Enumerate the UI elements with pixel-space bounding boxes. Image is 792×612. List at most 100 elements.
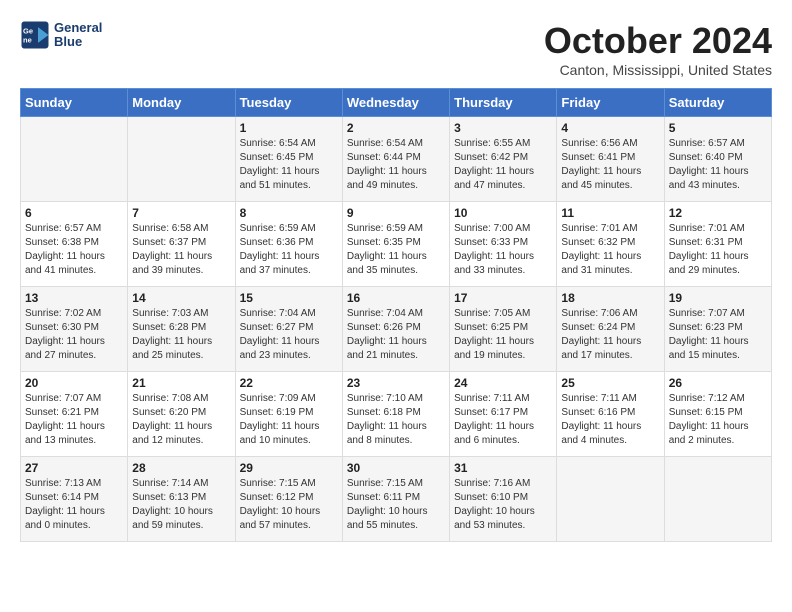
- calendar-cell: 11Sunrise: 7:01 AMSunset: 6:32 PMDayligh…: [557, 202, 664, 287]
- day-detail: Sunrise: 7:11 AMSunset: 6:17 PMDaylight:…: [454, 392, 552, 448]
- calendar-cell: 5Sunrise: 6:57 AMSunset: 6:40 PMDaylight…: [664, 117, 771, 202]
- day-detail: Sunrise: 6:57 AMSunset: 6:38 PMDaylight:…: [25, 222, 123, 278]
- day-number: 16: [347, 291, 445, 305]
- day-number: 13: [25, 291, 123, 305]
- calendar-week: 20 Sunrise: 7:07 AMSunset: 6:21 PMDayligh…: [21, 372, 772, 457]
- day-detail: Sunrise: 7:14 AMSunset: 6:13 PMDaylight:…: [132, 477, 230, 533]
- day-detail: Sunrise: 7:04 AMSunset: 6:27 PMDaylight:…: [240, 307, 338, 363]
- day-detail: Sunrise: 7:06 AMSunset: 6:24 PMDaylight:…: [561, 307, 659, 363]
- calendar-cell: 8 Sunrise: 6:59 AMSunset: 6:36 PMDaylight…: [235, 202, 342, 287]
- day-detail: Sunrise: 6:59 AMSunset: 6:35 PMDaylight:…: [347, 222, 445, 278]
- calendar-cell: 27 Sunrise: 7:13 AMSunset: 6:14 PMDayligh…: [21, 457, 128, 542]
- day-number: 11: [561, 206, 659, 220]
- weekday-header: Wednesday: [342, 89, 449, 117]
- calendar-cell: 18 Sunrise: 7:06 AMSunset: 6:24 PMDayligh…: [557, 287, 664, 372]
- logo-text: General Blue: [54, 21, 102, 50]
- calendar-cell: 9 Sunrise: 6:59 AMSunset: 6:35 PMDaylight…: [342, 202, 449, 287]
- day-number: 23: [347, 376, 445, 390]
- day-detail: Sunrise: 7:07 AMSunset: 6:21 PMDaylight:…: [25, 392, 123, 448]
- calendar-cell: 21 Sunrise: 7:08 AMSunset: 6:20 PMDayligh…: [128, 372, 235, 457]
- day-detail: Sunrise: 6:58 AMSunset: 6:37 PMDaylight:…: [132, 222, 230, 278]
- day-number: 7: [132, 206, 230, 220]
- day-number: 22: [240, 376, 338, 390]
- day-detail: Sunrise: 7:15 AMSunset: 6:11 PMDaylight:…: [347, 477, 445, 533]
- day-detail: Sunrise: 7:16 AMSunset: 6:10 PMDaylight:…: [454, 477, 552, 533]
- day-detail: Sunrise: 7:04 AMSunset: 6:26 PMDaylight:…: [347, 307, 445, 363]
- day-number: 28: [132, 461, 230, 475]
- calendar-cell: 17Sunrise: 7:05 AMSunset: 6:25 PMDayligh…: [450, 287, 557, 372]
- title-block: October 2024 Canton, Mississippi, United…: [544, 20, 772, 78]
- calendar-cell: [664, 457, 771, 542]
- calendar-body: 1 Sunrise: 6:54 AMSunset: 6:45 PMDaylight…: [21, 117, 772, 542]
- day-detail: Sunrise: 7:07 AMSunset: 6:23 PMDaylight:…: [669, 307, 767, 363]
- calendar-cell: 13 Sunrise: 7:02 AMSunset: 6:30 PMDayligh…: [21, 287, 128, 372]
- day-detail: Sunrise: 7:03 AMSunset: 6:28 PMDaylight:…: [132, 307, 230, 363]
- weekday-header: Tuesday: [235, 89, 342, 117]
- calendar-cell: 25 Sunrise: 7:11 AMSunset: 6:16 PMDayligh…: [557, 372, 664, 457]
- calendar-cell: 6Sunrise: 6:57 AMSunset: 6:38 PMDaylight…: [21, 202, 128, 287]
- day-detail: Sunrise: 6:56 AMSunset: 6:41 PMDaylight:…: [561, 137, 659, 193]
- day-number: 18: [561, 291, 659, 305]
- calendar-cell: 2 Sunrise: 6:54 AMSunset: 6:44 PMDaylight…: [342, 117, 449, 202]
- day-number: 3: [454, 121, 552, 135]
- day-number: 25: [561, 376, 659, 390]
- day-number: 5: [669, 121, 767, 135]
- day-number: 9: [347, 206, 445, 220]
- day-detail: Sunrise: 6:59 AMSunset: 6:36 PMDaylight:…: [240, 222, 338, 278]
- day-detail: Sunrise: 7:12 AMSunset: 6:15 PMDaylight:…: [669, 392, 767, 448]
- day-detail: Sunrise: 7:00 AMSunset: 6:33 PMDaylight:…: [454, 222, 552, 278]
- calendar-cell: 29Sunrise: 7:15 AMSunset: 6:12 PMDayligh…: [235, 457, 342, 542]
- day-number: 1: [240, 121, 338, 135]
- day-detail: Sunrise: 7:13 AMSunset: 6:14 PMDaylight:…: [25, 477, 123, 533]
- day-number: 26: [669, 376, 767, 390]
- day-detail: Sunrise: 7:15 AMSunset: 6:12 PMDaylight:…: [240, 477, 338, 533]
- calendar-cell: 24 Sunrise: 7:11 AMSunset: 6:17 PMDayligh…: [450, 372, 557, 457]
- svg-text:Ge: Ge: [23, 27, 33, 36]
- calendar-cell: 19 Sunrise: 7:07 AMSunset: 6:23 PMDayligh…: [664, 287, 771, 372]
- logo-line1: General: [54, 21, 102, 35]
- day-number: 24: [454, 376, 552, 390]
- weekday-header: Monday: [128, 89, 235, 117]
- day-detail: Sunrise: 7:02 AMSunset: 6:30 PMDaylight:…: [25, 307, 123, 363]
- weekday-header: Friday: [557, 89, 664, 117]
- day-detail: Sunrise: 7:01 AMSunset: 6:31 PMDaylight:…: [669, 222, 767, 278]
- day-number: 17: [454, 291, 552, 305]
- calendar-cell: 1 Sunrise: 6:54 AMSunset: 6:45 PMDaylight…: [235, 117, 342, 202]
- day-number: 27: [25, 461, 123, 475]
- day-number: 19: [669, 291, 767, 305]
- calendar-cell: 28 Sunrise: 7:14 AMSunset: 6:13 PMDayligh…: [128, 457, 235, 542]
- page-header: Ge ne General Blue October 2024 Canton, …: [20, 20, 772, 78]
- calendar-table: SundayMondayTuesdayWednesdayThursdayFrid…: [20, 88, 772, 542]
- calendar-cell: 16 Sunrise: 7:04 AMSunset: 6:26 PMDayligh…: [342, 287, 449, 372]
- weekday-row: SundayMondayTuesdayWednesdayThursdayFrid…: [21, 89, 772, 117]
- day-detail: Sunrise: 7:11 AMSunset: 6:16 PMDaylight:…: [561, 392, 659, 448]
- day-number: 4: [561, 121, 659, 135]
- calendar-cell: 4 Sunrise: 6:56 AMSunset: 6:41 PMDaylight…: [557, 117, 664, 202]
- day-number: 10: [454, 206, 552, 220]
- calendar-cell: 26 Sunrise: 7:12 AMSunset: 6:15 PMDayligh…: [664, 372, 771, 457]
- day-number: 30: [347, 461, 445, 475]
- day-number: 15: [240, 291, 338, 305]
- calendar-cell: 22Sunrise: 7:09 AMSunset: 6:19 PMDayligh…: [235, 372, 342, 457]
- calendar-cell: [21, 117, 128, 202]
- day-number: 14: [132, 291, 230, 305]
- calendar-cell: 23Sunrise: 7:10 AMSunset: 6:18 PMDayligh…: [342, 372, 449, 457]
- day-number: 21: [132, 376, 230, 390]
- weekday-header: Sunday: [21, 89, 128, 117]
- weekday-header: Saturday: [664, 89, 771, 117]
- calendar-cell: 12 Sunrise: 7:01 AMSunset: 6:31 PMDayligh…: [664, 202, 771, 287]
- day-detail: Sunrise: 6:54 AMSunset: 6:45 PMDaylight:…: [240, 137, 338, 193]
- calendar-cell: 10 Sunrise: 7:00 AMSunset: 6:33 PMDayligh…: [450, 202, 557, 287]
- calendar-cell: 20 Sunrise: 7:07 AMSunset: 6:21 PMDayligh…: [21, 372, 128, 457]
- day-number: 8: [240, 206, 338, 220]
- calendar-cell: 31Sunrise: 7:16 AMSunset: 6:10 PMDayligh…: [450, 457, 557, 542]
- month-title: October 2024: [544, 20, 772, 62]
- calendar-cell: [557, 457, 664, 542]
- day-number: 12: [669, 206, 767, 220]
- calendar-week: 27 Sunrise: 7:13 AMSunset: 6:14 PMDayligh…: [21, 457, 772, 542]
- day-number: 2: [347, 121, 445, 135]
- calendar-cell: 30 Sunrise: 7:15 AMSunset: 6:11 PMDayligh…: [342, 457, 449, 542]
- day-detail: Sunrise: 7:08 AMSunset: 6:20 PMDaylight:…: [132, 392, 230, 448]
- day-detail: Sunrise: 6:54 AMSunset: 6:44 PMDaylight:…: [347, 137, 445, 193]
- day-number: 20: [25, 376, 123, 390]
